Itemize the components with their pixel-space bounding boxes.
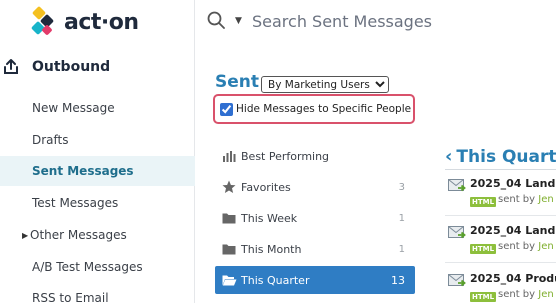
panel-title: This Quarter — [456, 146, 556, 167]
outbound-section-header[interactable]: Outbound — [2, 56, 110, 78]
caret-right-icon: ▶ — [22, 230, 29, 240]
folder-best-performing[interactable]: Best Performing — [215, 142, 415, 170]
sidebar-item-label: A/B Test Messages — [32, 260, 143, 274]
panel-header: ‹ This Quarter — [445, 146, 556, 167]
sent-by-user[interactable]: Jen — [538, 241, 553, 252]
sent-by-label: sent by — [498, 194, 536, 205]
sidebar-item-label: Other Messages — [30, 228, 127, 242]
sidebar-item-label: New Message — [32, 101, 115, 115]
html-badge: HTML — [470, 292, 497, 302]
sidebar: act·on Outbound New Message Drafts Sent … — [0, 0, 195, 303]
sent-by-user[interactable]: Jen — [538, 194, 553, 205]
sent-by-label: sent by — [498, 241, 536, 252]
star-icon — [221, 180, 237, 194]
page-title: Sent — [215, 72, 260, 92]
folder-label: This Quarter — [241, 273, 310, 287]
sidebar-item-ab-test-messages[interactable]: A/B Test Messages — [0, 253, 195, 281]
folder-count: 1 — [398, 243, 405, 255]
hide-specific-people-label: Hide Messages to Specific People — [236, 103, 412, 115]
sent-by-label: sent by — [498, 289, 536, 300]
message-row[interactable]: 2025_04 Landing HTML sent by Jen — [448, 224, 556, 264]
chevron-left-icon[interactable]: ‹ — [445, 146, 452, 167]
panel-divider — [445, 169, 556, 170]
search-scope-dropdown-icon[interactable]: ▼ — [235, 16, 242, 26]
act-on-logo[interactable]: act·on — [30, 5, 139, 37]
html-badge: HTML — [470, 244, 497, 254]
folder-this-week[interactable]: This Week 1 — [215, 204, 415, 232]
hide-specific-people-checkbox[interactable] — [220, 102, 233, 116]
folder-this-quarter[interactable]: This Quarter 13 — [215, 266, 415, 294]
message-name[interactable]: 2025_04 Landing — [470, 177, 556, 190]
message-name[interactable]: 2025_04 Product — [470, 272, 556, 285]
sidebar-item-test-messages[interactable]: Test Messages — [0, 189, 195, 217]
row-divider — [445, 262, 556, 263]
sidebar-item-label: Sent Messages — [32, 164, 134, 178]
act-on-logo-mark-icon — [30, 5, 60, 37]
message-sent-by: sent by Jen — [498, 289, 554, 300]
sidebar-item-rss-to-email[interactable]: RSS to Email — [0, 284, 195, 303]
folder-icon — [221, 211, 237, 225]
sidebar-item-sent-messages[interactable]: Sent Messages — [0, 156, 195, 186]
message-row[interactable]: 2025_04 Landing HTML sent by Jen — [448, 177, 556, 217]
search-input[interactable] — [252, 9, 552, 33]
html-badge: HTML — [470, 197, 497, 207]
logo-text: act·on — [64, 9, 139, 35]
message-name[interactable]: 2025_04 Landing — [470, 224, 556, 237]
sent-by-user[interactable]: Jen — [538, 289, 553, 300]
folder-count: 3 — [398, 181, 405, 193]
folder-this-month[interactable]: This Month 1 — [215, 235, 415, 263]
sent-envelope-icon — [448, 226, 466, 239]
upload-icon — [4, 59, 18, 74]
sidebar-item-new-message[interactable]: New Message — [0, 94, 195, 122]
bar-chart-icon — [221, 149, 237, 163]
message-sent-by: sent by Jen — [498, 194, 554, 205]
folder-label: Best Performing — [241, 149, 330, 163]
row-divider — [445, 215, 556, 216]
sidebar-item-drafts[interactable]: Drafts — [0, 126, 195, 154]
folder-favorites[interactable]: Favorites 3 — [215, 173, 415, 201]
folder-count: 1 — [398, 212, 405, 224]
folder-count: 13 — [391, 273, 405, 287]
search-icon[interactable] — [207, 11, 225, 29]
folder-label: This Week — [241, 211, 298, 225]
sent-envelope-icon — [448, 274, 466, 287]
folder-label: This Month — [241, 242, 302, 256]
message-sent-by: sent by Jen — [498, 241, 554, 252]
open-folder-icon — [221, 273, 237, 287]
sidebar-item-label: Drafts — [32, 133, 69, 147]
sidebar-item-label: RSS to Email — [32, 291, 109, 303]
folder-icon — [221, 242, 237, 256]
folder-label: Favorites — [241, 180, 291, 194]
outbound-label: Outbound — [32, 59, 111, 75]
hide-specific-people-toggle[interactable]: Hide Messages to Specific People — [213, 94, 415, 124]
search-bar: ▼ — [196, 0, 556, 44]
message-row[interactable]: 2025_04 Product HTML sent by Jen — [448, 272, 556, 303]
sent-envelope-icon — [448, 179, 466, 192]
sidebar-item-label: Test Messages — [32, 196, 119, 210]
sent-by-filter-select[interactable]: By Marketing Users — [261, 76, 389, 93]
sidebar-item-other-messages[interactable]: ▶ Other Messages — [0, 221, 195, 249]
